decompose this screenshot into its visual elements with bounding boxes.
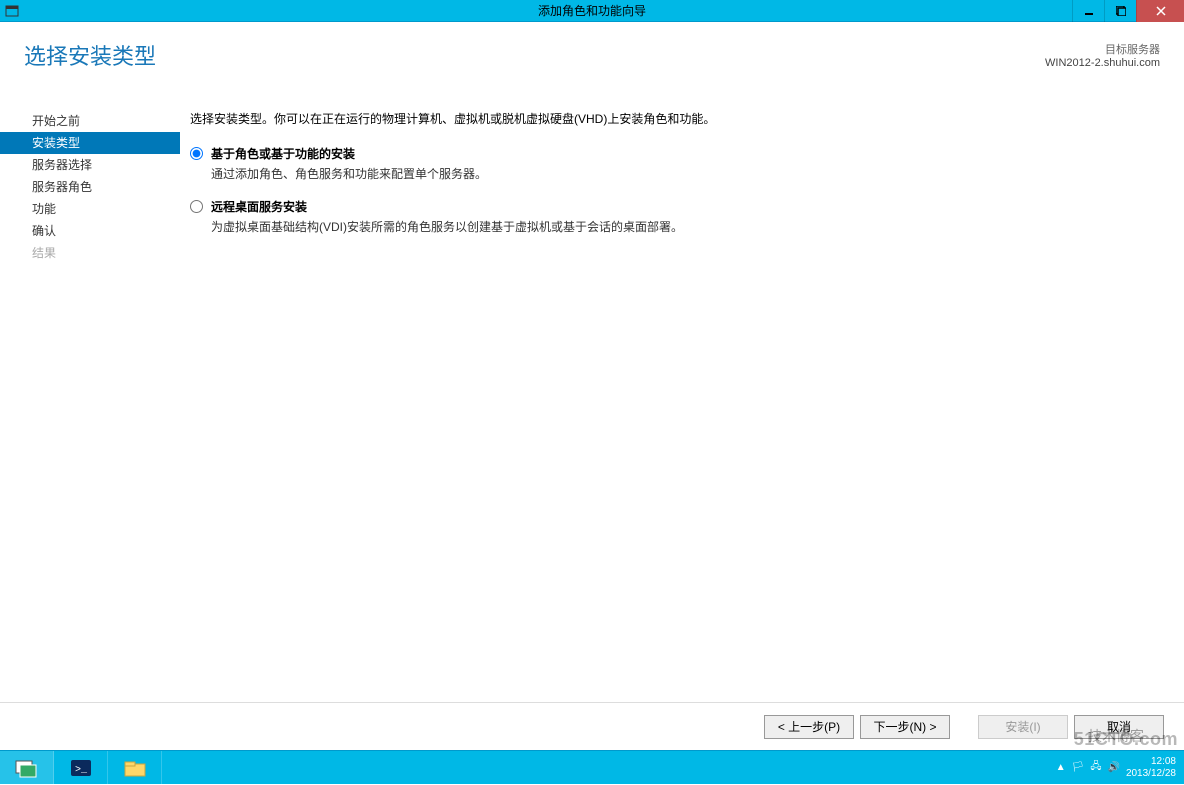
window-title: 添加角色和功能向导 <box>538 2 646 19</box>
option-role-based-content: 基于角色或基于功能的安装 通过添加角色、角色服务和功能来配置单个服务器。 <box>211 145 487 182</box>
sidebar-item-confirm[interactable]: 确认 <box>24 220 180 242</box>
sidebar-item-before-begin[interactable]: 开始之前 <box>24 110 180 132</box>
taskbar-tray: ▲ 🏳 🖧 🔊 12:08 2013/12/28 <box>1056 756 1176 780</box>
option-role-based-title: 基于角色或基于功能的安装 <box>211 145 487 162</box>
install-button[interactable]: 安装(I) <box>978 715 1068 739</box>
taskbar-time: 12:08 <box>1126 756 1176 768</box>
taskbar-explorer[interactable] <box>108 751 162 785</box>
sidebar-item-install-type[interactable]: 安装类型 <box>0 132 180 154</box>
taskbar-powershell[interactable]: >_ <box>54 751 108 785</box>
close-button[interactable] <box>1136 0 1184 22</box>
minimize-button[interactable] <box>1072 0 1104 22</box>
window-titlebar: 添加角色和功能向导 <box>0 0 1184 22</box>
taskbar: >_ ▲ 🏳 🖧 🔊 12:08 2013/12/28 <box>0 750 1184 784</box>
tray-arrow-icon[interactable]: ▲ <box>1056 762 1066 773</box>
sidebar-item-server-select[interactable]: 服务器选择 <box>24 154 180 176</box>
cancel-button[interactable]: 取消 <box>1074 715 1164 739</box>
window-buttons <box>1072 0 1184 22</box>
option-remote-desktop-title: 远程桌面服务安装 <box>211 198 683 215</box>
wizard-footer: < 上一步(P) 下一步(N) > 安装(I) 取消 <box>0 702 1184 750</box>
option-role-based[interactable]: 基于角色或基于功能的安装 通过添加角色、角色服务和功能来配置单个服务器。 <box>190 145 1160 182</box>
sidebar-item-results: 结果 <box>24 242 180 264</box>
radio-remote-desktop[interactable] <box>190 200 203 213</box>
tray-flag-icon[interactable]: 🏳 <box>1072 762 1085 773</box>
option-remote-desktop[interactable]: 远程桌面服务安装 为虚拟桌面基础结构(VDI)安装所需的角色服务以创建基于虚拟机… <box>190 198 1160 235</box>
target-server-label: 目标服务器 <box>1045 41 1160 57</box>
tray-network-icon[interactable]: 🖧 <box>1090 759 1101 776</box>
wizard-main: 选择安装类型。你可以在正在运行的物理计算机、虚拟机或脱机虚拟硬盘(VHD)上安装… <box>180 110 1184 700</box>
option-remote-desktop-desc: 为虚拟桌面基础结构(VDI)安装所需的角色服务以创建基于虚拟机或基于会话的桌面部… <box>211 218 683 235</box>
wizard-content: 开始之前 安装类型 服务器选择 服务器角色 功能 确认 结果 选择安装类型。你可… <box>0 110 1184 700</box>
option-role-based-desc: 通过添加角色、角色服务和功能来配置单个服务器。 <box>211 165 487 182</box>
wizard-body: 选择安装类型 目标服务器 WIN2012-2.shuhui.com 开始之前 安… <box>0 22 1184 750</box>
svg-text:>_: >_ <box>75 765 88 776</box>
sidebar-item-server-roles[interactable]: 服务器角色 <box>24 176 180 198</box>
app-icon <box>4 3 20 19</box>
radio-role-based[interactable] <box>190 147 203 160</box>
description-text: 选择安装类型。你可以在正在运行的物理计算机、虚拟机或脱机虚拟硬盘(VHD)上安装… <box>190 110 1160 127</box>
maximize-button[interactable] <box>1104 0 1136 22</box>
option-remote-desktop-content: 远程桌面服务安装 为虚拟桌面基础结构(VDI)安装所需的角色服务以创建基于虚拟机… <box>211 198 683 235</box>
taskbar-datetime[interactable]: 12:08 2013/12/28 <box>1126 756 1176 780</box>
next-button[interactable]: 下一步(N) > <box>860 715 950 739</box>
target-server-box: 目标服务器 WIN2012-2.shuhui.com <box>1045 41 1160 69</box>
taskbar-date: 2013/12/28 <box>1126 768 1176 780</box>
tray-volume-icon[interactable]: 🔊 <box>1107 762 1119 773</box>
target-server-name: WIN2012-2.shuhui.com <box>1045 57 1160 69</box>
taskbar-server-manager[interactable] <box>0 751 54 785</box>
prev-button[interactable]: < 上一步(P) <box>764 715 854 739</box>
sidebar-item-features[interactable]: 功能 <box>24 198 180 220</box>
wizard-sidebar: 开始之前 安装类型 服务器选择 服务器角色 功能 确认 结果 <box>0 110 180 700</box>
page-title: 选择安装类型 <box>24 39 156 71</box>
wizard-header: 选择安装类型 目标服务器 WIN2012-2.shuhui.com <box>0 22 1184 88</box>
